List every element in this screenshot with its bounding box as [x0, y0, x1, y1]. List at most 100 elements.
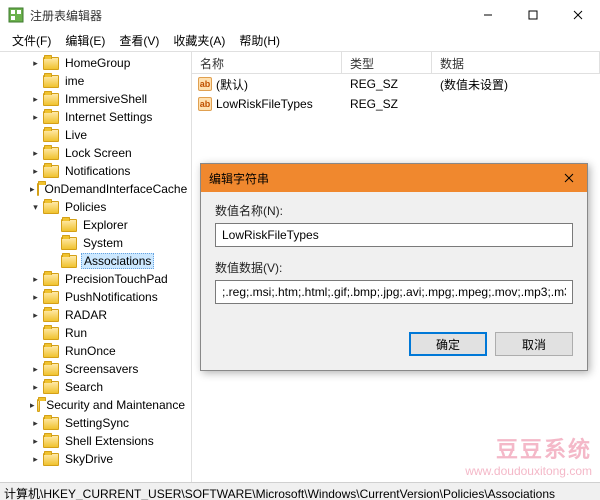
tree-node[interactable]: ▸ Shell Extensions [0, 432, 191, 450]
menu-file[interactable]: 文件(F) [6, 30, 57, 51]
tree-node[interactable]: ▸ RADAR [0, 306, 191, 324]
folder-icon [43, 147, 59, 160]
expand-icon[interactable] [48, 256, 59, 267]
folder-icon [61, 255, 77, 268]
expand-icon[interactable]: ▸ [30, 292, 41, 303]
value-name-label: 数值名称(N): [215, 202, 573, 219]
tree-label: Associations [81, 253, 154, 269]
tree-node[interactable]: ▸ImmersiveShell [0, 90, 191, 108]
tree-node[interactable]: ▸ Screensavers [0, 360, 191, 378]
expand-icon[interactable]: ▸ [30, 382, 41, 393]
expand-icon[interactable]: ▸ [30, 310, 41, 321]
folder-icon [43, 435, 59, 448]
expand-icon[interactable]: ▸ [30, 364, 41, 375]
folder-icon [43, 309, 59, 322]
tree-node[interactable]: Associations [0, 252, 191, 270]
close-button[interactable] [555, 0, 600, 30]
folder-icon [43, 129, 59, 142]
tree-node[interactable]: ▸PrecisionTouchPad [0, 270, 191, 288]
edit-string-dialog: 编辑字符串 数值名称(N): 数值数据(V): 确定 取消 [200, 163, 588, 371]
window-title: 注册表编辑器 [30, 7, 465, 24]
tree-label: SettingSync [63, 416, 131, 430]
menu-help[interactable]: 帮助(H) [233, 30, 286, 51]
dialog-close-button[interactable] [559, 168, 579, 188]
folder-icon [43, 57, 59, 70]
tree-node[interactable]: ime [0, 72, 191, 90]
expand-icon[interactable]: ▸ [30, 418, 41, 429]
folder-icon [43, 327, 59, 340]
registry-tree[interactable]: ▸HomeGroupime▸ImmersiveShell▸Internet Se… [0, 52, 192, 482]
tree-label: Search [63, 380, 105, 394]
tree-node[interactable]: Explorer [0, 216, 191, 234]
expand-icon[interactable] [48, 238, 59, 249]
value-name: LowRiskFileTypes [216, 97, 313, 111]
expand-icon[interactable] [30, 346, 41, 357]
tree-label: Notifications [63, 164, 132, 178]
string-value-icon: ab [198, 77, 212, 91]
folder-icon [43, 345, 59, 358]
dialog-title: 编辑字符串 [209, 170, 559, 187]
tree-label: Screensavers [63, 362, 140, 376]
tree-node[interactable]: ▾Policies [0, 198, 191, 216]
tree-label: Run [63, 326, 89, 340]
tree-label: ime [63, 74, 86, 88]
menu-view[interactable]: 查看(V) [113, 30, 165, 51]
col-type[interactable]: 类型 [342, 52, 432, 73]
minimize-button[interactable] [465, 0, 510, 30]
folder-icon [43, 93, 59, 106]
menu-favorites[interactable]: 收藏夹(A) [167, 30, 231, 51]
expand-icon[interactable]: ▸ [30, 400, 35, 411]
expand-icon[interactable]: ▸ [30, 112, 41, 123]
tree-label: System [81, 236, 125, 250]
tree-node[interactable]: ▸PushNotifications [0, 288, 191, 306]
tree-node[interactable]: ▸ SettingSync [0, 414, 191, 432]
expand-icon[interactable] [48, 220, 59, 231]
tree-node[interactable]: ▸Lock Screen [0, 144, 191, 162]
folder-icon [61, 237, 77, 250]
expand-icon[interactable] [30, 76, 41, 87]
dialog-titlebar[interactable]: 编辑字符串 [201, 164, 587, 192]
expand-icon[interactable]: ▸ [30, 436, 41, 447]
value-type: REG_SZ [342, 97, 432, 111]
titlebar: 注册表编辑器 [0, 0, 600, 30]
maximize-button[interactable] [510, 0, 555, 30]
expand-icon[interactable]: ▸ [30, 148, 41, 159]
list-row[interactable]: ab(默认)REG_SZ(数值未设置) [192, 74, 600, 94]
expand-icon[interactable]: ▸ [30, 58, 41, 69]
expand-icon[interactable]: ▸ [30, 274, 41, 285]
folder-icon [43, 273, 59, 286]
tree-node[interactable]: ▸ Notifications [0, 162, 191, 180]
tree-node[interactable]: Run [0, 324, 191, 342]
value-name-input[interactable] [215, 223, 573, 247]
col-name[interactable]: 名称 [192, 52, 342, 73]
tree-label: Shell Extensions [63, 434, 156, 448]
expand-icon[interactable]: ▾ [30, 202, 41, 213]
tree-label: RADAR [63, 308, 109, 322]
expand-icon[interactable] [30, 328, 41, 339]
tree-node[interactable]: ▸ Search [0, 378, 191, 396]
expand-icon[interactable]: ▸ [30, 454, 41, 465]
folder-icon [43, 201, 59, 214]
tree-label: Internet Settings [63, 110, 154, 124]
col-data[interactable]: 数据 [432, 52, 600, 73]
tree-node[interactable]: ▸Security and Maintenance [0, 396, 191, 414]
tree-label: Explorer [81, 218, 130, 232]
tree-node[interactable]: ▸OnDemandInterfaceCache [0, 180, 191, 198]
expand-icon[interactable]: ▸ [30, 94, 41, 105]
tree-node[interactable]: Live [0, 126, 191, 144]
value-data-input[interactable] [215, 280, 573, 304]
tree-node[interactable]: ▸HomeGroup [0, 54, 191, 72]
expand-icon[interactable] [30, 130, 41, 141]
list-row[interactable]: abLowRiskFileTypesREG_SZ [192, 94, 600, 114]
ok-button[interactable]: 确定 [409, 332, 487, 356]
tree-node[interactable]: ▸ Internet Settings [0, 108, 191, 126]
cancel-button[interactable]: 取消 [495, 332, 573, 356]
menu-edit[interactable]: 编辑(E) [59, 30, 111, 51]
tree-node[interactable]: System [0, 234, 191, 252]
tree-label: Live [63, 128, 89, 142]
tree-node[interactable]: RunOnce [0, 342, 191, 360]
tree-node[interactable]: ▸SkyDrive [0, 450, 191, 468]
expand-icon[interactable]: ▸ [30, 166, 41, 177]
tree-label: RunOnce [63, 344, 118, 358]
expand-icon[interactable]: ▸ [30, 184, 35, 195]
